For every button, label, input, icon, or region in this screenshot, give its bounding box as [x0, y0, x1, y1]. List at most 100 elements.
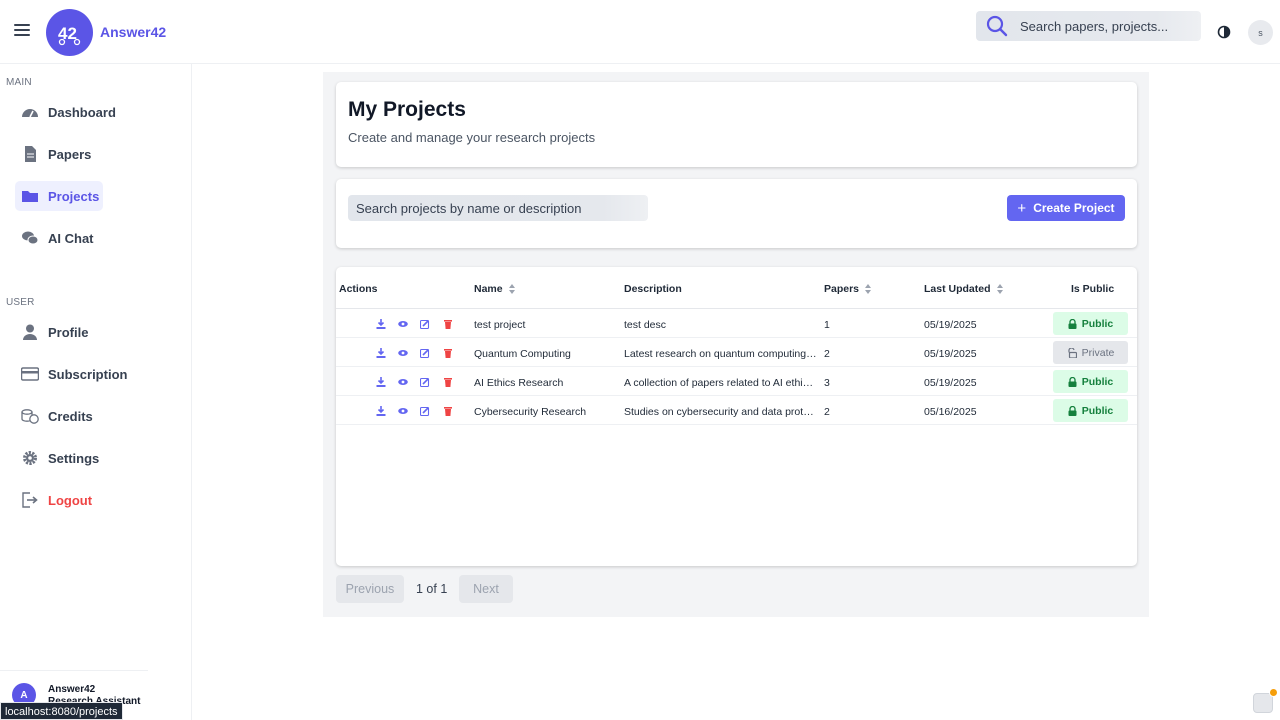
- view-icon[interactable]: [398, 348, 408, 358]
- edit-icon[interactable]: [420, 319, 430, 329]
- top-bar: 42 Answer42 s: [0, 0, 1280, 64]
- credit-card-icon: [21, 367, 39, 381]
- download-icon[interactable]: [376, 406, 386, 416]
- sidebar-item-projects[interactable]: Projects: [15, 181, 103, 211]
- view-icon[interactable]: [398, 377, 408, 387]
- global-search[interactable]: [976, 11, 1201, 41]
- sort-icon[interactable]: [996, 284, 1004, 294]
- project-name[interactable]: test project: [474, 319, 614, 331]
- project-description: Latest research on quantum computing a..…: [624, 348, 818, 360]
- column-header-name[interactable]: Name: [474, 283, 516, 295]
- create-project-button[interactable]: + Create Project: [1007, 195, 1125, 221]
- plus-icon: +: [1017, 199, 1027, 217]
- project-papers: 1: [824, 319, 830, 331]
- link-status-bar: localhost:8080/projects: [0, 702, 123, 720]
- global-search-input[interactable]: [1020, 11, 1195, 41]
- table-row: AI Ethics Research A collection of paper…: [336, 367, 1137, 396]
- lock-icon: [1068, 405, 1077, 416]
- download-icon[interactable]: [376, 348, 386, 358]
- brand-name[interactable]: Answer42: [100, 24, 166, 40]
- folder-icon: [22, 191, 38, 202]
- logo-42-icon: 42: [58, 24, 80, 45]
- edit-icon[interactable]: [420, 348, 430, 358]
- toolbar-card: + Create Project: [336, 179, 1137, 248]
- project-last-updated: 05/19/2025: [924, 377, 977, 389]
- sidebar-item-label: Profile: [48, 325, 89, 340]
- projects-table: Actions Name Description Papers Last Upd…: [336, 267, 1137, 566]
- table-row: Quantum Computing Latest research on qua…: [336, 338, 1137, 367]
- sidebar-item-label: Subscription: [48, 367, 128, 382]
- sidebar-item-label: Credits: [48, 409, 93, 424]
- sidebar-item-label: AI Chat: [48, 231, 94, 246]
- menu-icon[interactable]: [14, 24, 30, 38]
- page-header-card: My Projects Create and manage your resea…: [336, 82, 1137, 167]
- sidebar-item-credits[interactable]: Credits: [15, 401, 103, 431]
- sidebar-item-logout[interactable]: Logout: [15, 485, 103, 515]
- column-header-is-public: Is Public: [1071, 283, 1114, 295]
- section-label-user: USER: [6, 297, 35, 308]
- visibility-label: Public: [1081, 375, 1114, 388]
- lock-icon: [1068, 376, 1077, 387]
- table-row: Cybersecurity Research Studies on cybers…: [336, 396, 1137, 425]
- previous-page-button[interactable]: Previous: [336, 575, 404, 603]
- visibility-badge[interactable]: Public: [1053, 312, 1128, 335]
- table-row: test project test desc 1 05/19/2025 Publ…: [336, 309, 1137, 338]
- project-search-input[interactable]: [348, 195, 648, 221]
- sidebar-item-profile[interactable]: Profile: [15, 317, 103, 347]
- project-last-updated: 05/16/2025: [924, 406, 977, 418]
- delete-icon[interactable]: [443, 406, 453, 416]
- visibility-badge[interactable]: Public: [1053, 370, 1128, 393]
- header-label: Papers: [824, 283, 860, 295]
- app-logo[interactable]: 42: [46, 9, 93, 56]
- download-icon[interactable]: [376, 319, 386, 329]
- project-papers: 3: [824, 377, 830, 389]
- header-label: Description: [624, 283, 682, 295]
- project-name[interactable]: AI Ethics Research: [474, 377, 614, 389]
- sidebar-item-label: Dashboard: [48, 105, 116, 120]
- project-last-updated: 05/19/2025: [924, 348, 977, 360]
- visibility-badge[interactable]: Public: [1053, 399, 1128, 422]
- sidebar-item-label: Papers: [48, 147, 92, 162]
- download-icon[interactable]: [376, 377, 386, 387]
- project-name[interactable]: Cybersecurity Research: [474, 406, 614, 418]
- project-papers: 2: [824, 406, 830, 418]
- next-page-button[interactable]: Next: [459, 575, 513, 603]
- sort-icon[interactable]: [508, 284, 516, 294]
- project-name[interactable]: Quantum Computing: [474, 348, 614, 360]
- column-header-papers[interactable]: Papers: [824, 283, 872, 295]
- sidebar-divider: [0, 670, 148, 671]
- delete-icon[interactable]: [443, 319, 453, 329]
- sidebar-item-label: Projects: [48, 189, 100, 204]
- edit-icon[interactable]: [420, 377, 430, 387]
- dashboard-icon: [22, 109, 38, 118]
- project-description: A collection of papers related to AI eth…: [624, 377, 818, 389]
- gear-icon: [23, 451, 37, 465]
- sidebar-item-papers[interactable]: Papers: [15, 139, 103, 169]
- delete-icon[interactable]: [443, 348, 453, 358]
- create-project-label: Create Project: [1033, 201, 1115, 215]
- project-last-updated: 05/19/2025: [924, 319, 977, 331]
- visibility-badge[interactable]: Private: [1053, 341, 1128, 364]
- sidebar-item-subscription[interactable]: Subscription: [15, 359, 127, 389]
- delete-icon[interactable]: [443, 377, 453, 387]
- edit-icon[interactable]: [420, 406, 430, 416]
- project-papers: 2: [824, 348, 830, 360]
- user-avatar[interactable]: s: [1248, 20, 1273, 45]
- view-icon[interactable]: [398, 406, 408, 416]
- coins-icon: [21, 409, 39, 424]
- header-label: Last Updated: [924, 283, 991, 295]
- sidebar-item-ai-chat[interactable]: AI Chat: [15, 223, 103, 253]
- paper-icon: [25, 146, 36, 162]
- sidebar-item-dashboard[interactable]: Dashboard: [15, 97, 116, 127]
- view-icon[interactable]: [398, 319, 408, 329]
- column-header-last-updated[interactable]: Last Updated: [924, 283, 1004, 295]
- sidebar-item-label: Logout: [48, 493, 93, 508]
- visibility-label: Public: [1081, 317, 1114, 330]
- assistant-name: Answer42: [48, 684, 96, 695]
- theme-toggle-icon[interactable]: [1216, 24, 1232, 40]
- sidebar-item-settings[interactable]: Settings: [15, 443, 103, 473]
- sort-icon[interactable]: [865, 284, 872, 294]
- notification-dot: [1269, 688, 1278, 697]
- chat-icon: [22, 231, 39, 245]
- column-header-actions: Actions: [339, 283, 378, 295]
